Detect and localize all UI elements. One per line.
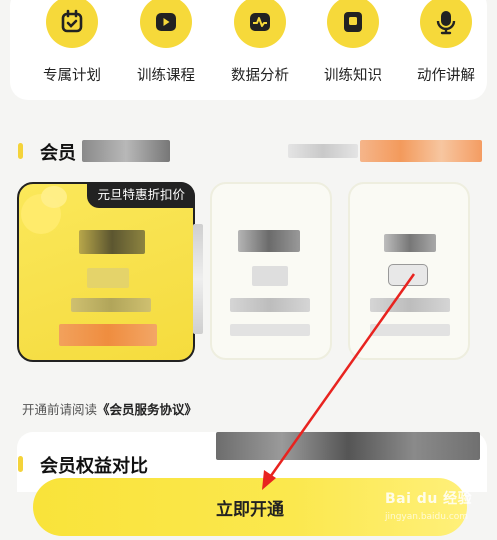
promo-badge: 元旦特惠折扣价 [87, 182, 195, 208]
blurred-region [71, 298, 151, 312]
decorative-bubble [41, 186, 67, 208]
section-marker [18, 143, 23, 159]
feature-card: 专属计划 训练课程 数据分析 训练知识 动作讲解 [10, 0, 487, 100]
calendar-check-icon [46, 0, 98, 48]
blurred-region [370, 298, 450, 312]
blurred-region [360, 140, 482, 162]
blurred-region [252, 266, 288, 286]
feature-label: 专属计划 [43, 68, 101, 84]
section-title-benefits: 会员权益对比 [40, 456, 148, 477]
book-icon [327, 0, 379, 48]
plan-card-option-3[interactable] [348, 182, 470, 360]
service-agreement-link[interactable]: 《会员服务协议》 [97, 402, 197, 417]
section-marker [18, 456, 23, 472]
blurred-region [238, 230, 300, 252]
wave-chart-icon [234, 0, 286, 48]
blurred-region [384, 234, 436, 252]
section-title-membership: 会员 [40, 143, 76, 164]
agreement-text: 开通前请阅读《会员服务协议》 [22, 399, 197, 418]
plan-card-option-2[interactable] [210, 182, 332, 360]
blurred-region [87, 268, 129, 288]
blurred-region [193, 224, 203, 334]
agreement-prefix: 开通前请阅读 [22, 402, 98, 417]
blurred-region [79, 230, 145, 254]
blurred-region [370, 324, 450, 336]
feature-label: 动作讲解 [417, 68, 475, 84]
blurred-region [388, 264, 428, 286]
baidu-jingyan-watermark: Bai du 经验 [385, 491, 473, 507]
feature-label: 训练知识 [324, 68, 382, 84]
blurred-region [216, 432, 480, 460]
plan-card-selected[interactable]: 元旦特惠折扣价 [17, 182, 195, 362]
microphone-icon [420, 0, 472, 48]
watermark-url: jingyan.baidu.com [385, 512, 469, 522]
blurred-region [230, 324, 310, 336]
activate-now-label: 立即开通 [216, 499, 284, 520]
blurred-region [82, 140, 170, 162]
blurred-region [288, 144, 358, 158]
feature-label: 数据分析 [231, 68, 289, 84]
play-icon [140, 0, 192, 48]
blurred-region [230, 298, 310, 312]
blurred-region [59, 324, 157, 346]
feature-label: 训练课程 [137, 68, 195, 84]
